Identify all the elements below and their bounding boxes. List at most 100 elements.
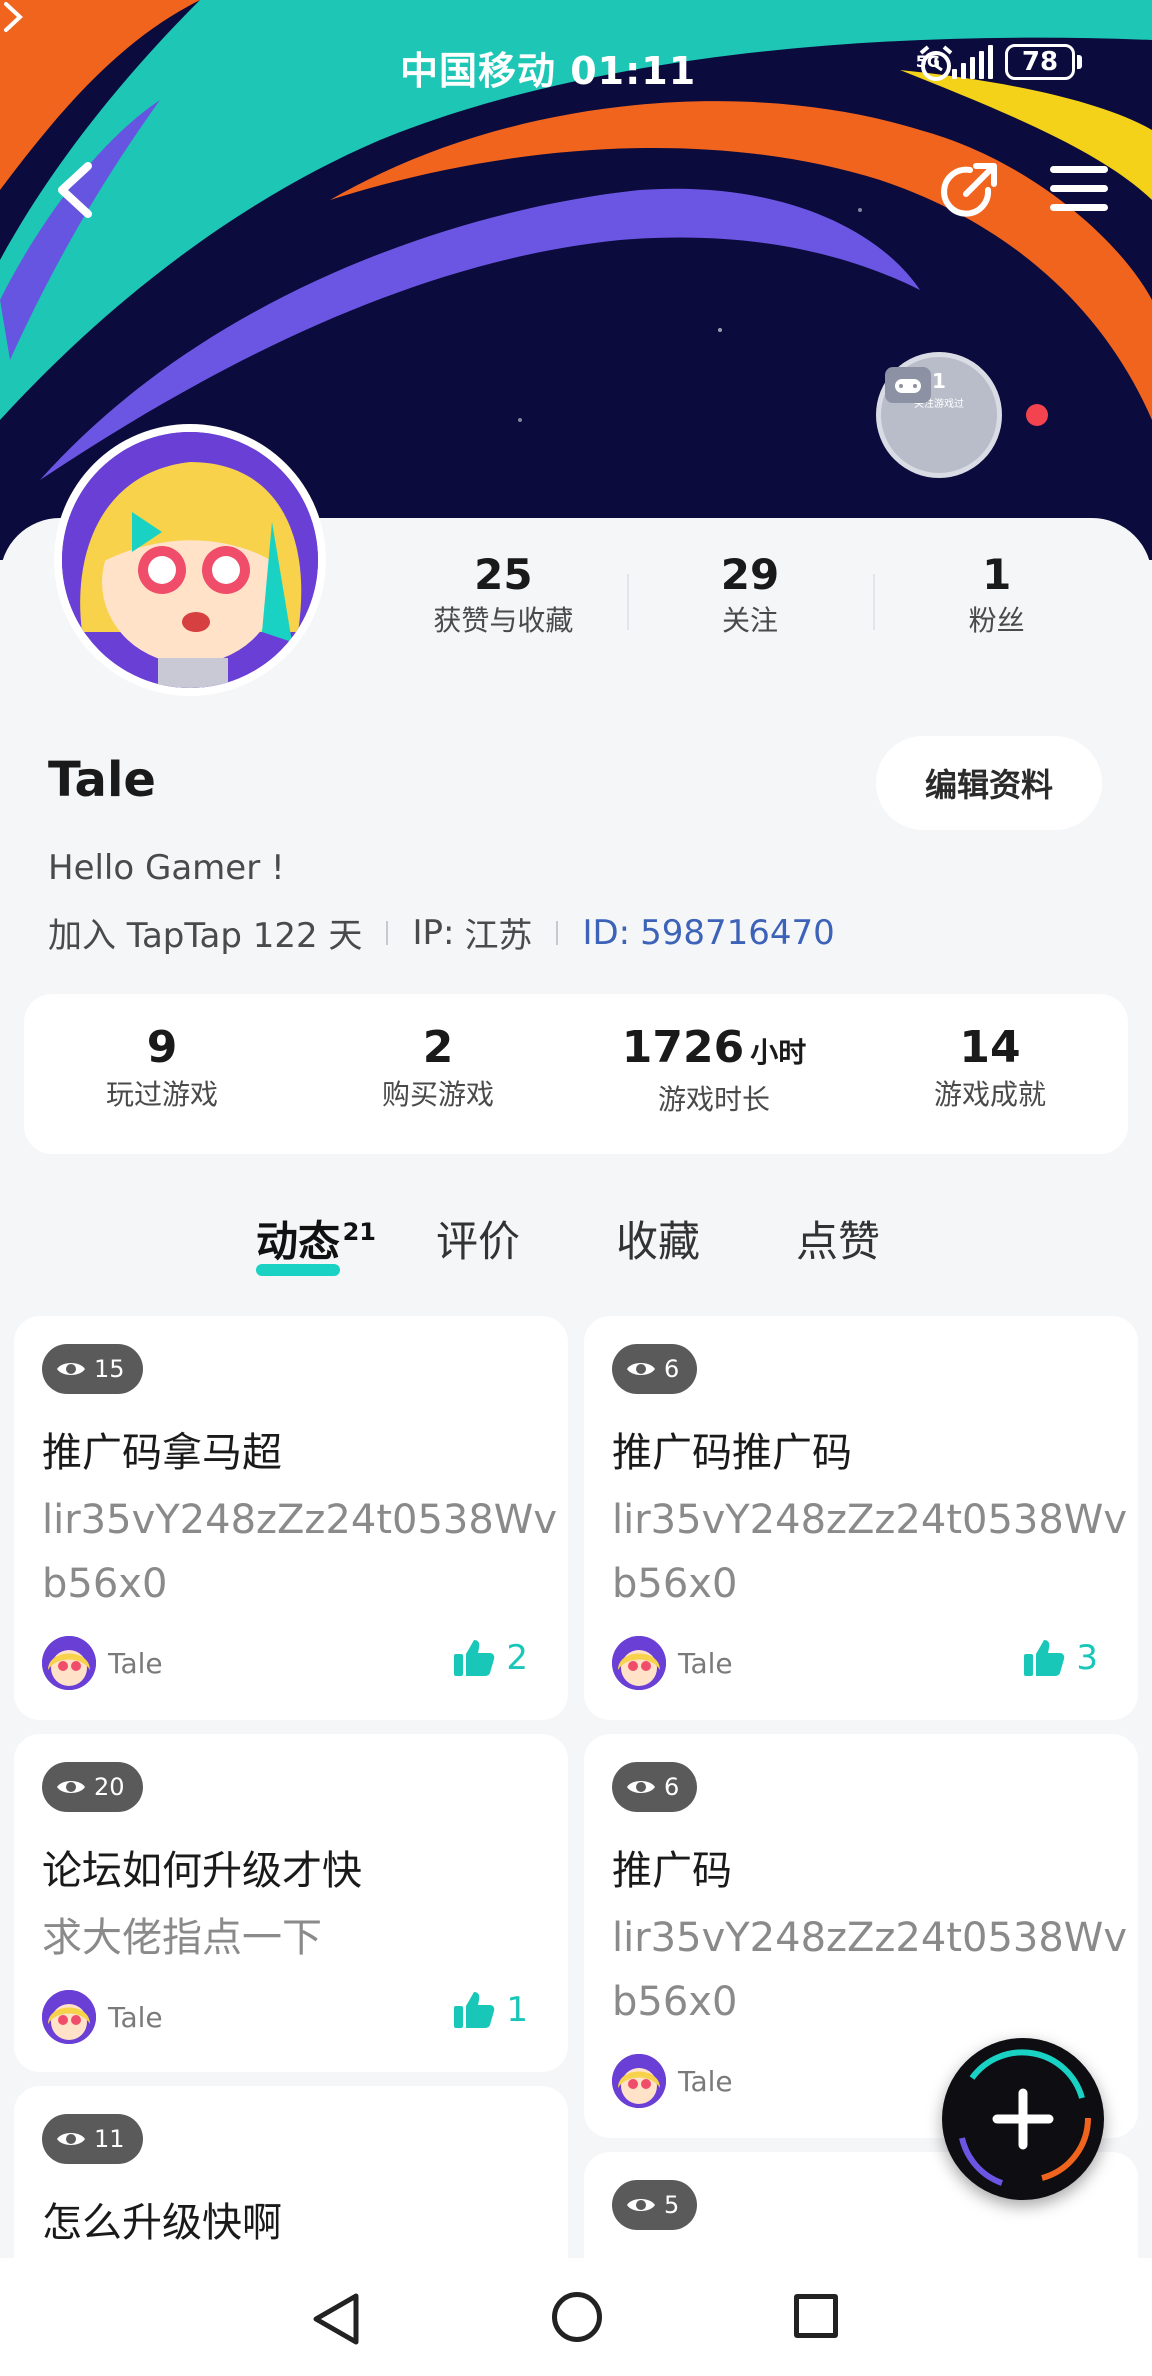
nav-back-icon[interactable]: [310, 2292, 362, 2346]
post-card[interactable]: 6 推广码推广码 lir35vY248zZz24t0538Wvb56x0 Tal…: [584, 1316, 1138, 1720]
create-post-button[interactable]: [942, 2038, 1104, 2200]
joined-text: 加入 TapTap 122 天: [48, 916, 363, 956]
post-body: lir35vY248zZz24t0538Wvb56x0: [612, 1915, 1128, 2025]
stat-label: 购买游戏: [381, 1078, 494, 1111]
tab-favorites[interactable]: 收藏: [616, 1206, 700, 1286]
count-label: 获赞与收藏: [433, 604, 574, 637]
stat-value: 9: [146, 1022, 178, 1073]
edit-profile-button[interactable]: 编辑资料: [876, 736, 1102, 830]
stat-label: 游戏时长: [657, 1083, 770, 1116]
post-body: lir35vY248zZz24t0538Wvb56x0: [42, 1497, 558, 1607]
purchased-games-stat[interactable]: 2 购买游戏: [300, 994, 576, 1154]
eye-icon: [57, 1781, 85, 1793]
author-name: Tale: [678, 2064, 733, 2098]
played-games-stat[interactable]: 9 玩过游戏: [24, 994, 300, 1154]
eye-icon: [627, 1781, 655, 1793]
avatar-character-icon: [612, 2054, 666, 2108]
play-time-stat[interactable]: 1726 小时 游戏时长: [576, 994, 852, 1154]
ip-label: IP:: [412, 912, 455, 953]
tab-likes[interactable]: 点赞: [796, 1206, 880, 1286]
id-label: ID:: [582, 912, 631, 953]
achievements-stat[interactable]: 14 游戏成就: [852, 994, 1128, 1154]
view-count-badge: 20: [42, 1762, 143, 1812]
view-count: 5: [664, 2191, 680, 2219]
view-count: 6: [664, 1773, 680, 1801]
post-card[interactable]: 15 推广码拿马超 lir35vY248zZz24t0538Wvb56x0 Ta…: [14, 1316, 568, 1720]
stat-label: 游戏成就: [933, 1078, 1046, 1111]
played-games-badge[interactable]: 1 关注游戏过: [876, 352, 1002, 478]
thumbs-up-icon: [1024, 1640, 1065, 1676]
status-carrier-time: 中国移动 01:11: [400, 49, 697, 93]
count-label: 关注: [722, 604, 779, 637]
alarm-icon: [919, 45, 953, 81]
menu-line: [1050, 204, 1108, 211]
notification-dot: [1026, 404, 1048, 426]
avatar-character-icon: [42, 1636, 96, 1690]
menu-button[interactable]: [1050, 166, 1108, 218]
eye-icon: [627, 1363, 655, 1375]
nav-recent-icon[interactable]: [794, 2294, 838, 2338]
system-nav-bar: [0, 2258, 1152, 2376]
view-count-badge: 5: [612, 2180, 698, 2230]
profile-meta: 加入 TapTap 122 天 IP: 江苏 ID: 598716470: [48, 908, 835, 957]
battery-nub: [1077, 55, 1082, 69]
view-count-badge: 6: [612, 1762, 698, 1812]
id-value[interactable]: 598716470: [640, 913, 835, 953]
author-name: Tale: [678, 1646, 733, 1680]
view-count: 6: [664, 1355, 680, 1383]
likes-favorites-count[interactable]: 25 获赞与收藏: [380, 548, 627, 648]
like-button[interactable]: 2: [452, 1638, 528, 1678]
back-button[interactable]: [50, 160, 100, 220]
count-value: 29: [720, 550, 780, 599]
menu-line: [1050, 185, 1108, 192]
followers-count[interactable]: 1 粉丝: [873, 548, 1120, 648]
like-count: 3: [1076, 1638, 1098, 1678]
stat-value: 2: [422, 1022, 454, 1073]
view-count-badge: 11: [42, 2114, 143, 2164]
post-author[interactable]: Tale: [612, 2054, 733, 2108]
following-count[interactable]: 29 关注: [626, 548, 874, 648]
chevron-right-icon[interactable]: [0, 0, 26, 34]
tab-reviews[interactable]: 评价: [436, 1206, 520, 1286]
thumbs-up-icon: [454, 1640, 495, 1676]
like-button[interactable]: 1: [452, 1990, 528, 2030]
tab-label: 动态: [256, 1217, 341, 1266]
stat-unit: 小时: [750, 1036, 807, 1069]
post-body: 求大佬指点一下: [42, 1915, 322, 1961]
status-bar: 中国移动 01:11 5G 78: [0, 40, 1152, 96]
nav-home-icon[interactable]: [552, 2292, 602, 2342]
battery-icon: 78: [1005, 44, 1075, 80]
like-count: 1: [506, 1990, 528, 2030]
stat-label: 玩过游戏: [105, 1078, 218, 1111]
eye-icon: [57, 2133, 85, 2145]
divider: [556, 920, 559, 945]
avatar-character-icon: [612, 1636, 666, 1690]
tab-feed[interactable]: 动态 21: [256, 1206, 376, 1286]
avatar-character-icon: [42, 1990, 96, 2044]
profile-avatar[interactable]: [54, 424, 326, 696]
avatar-character-icon: [62, 432, 318, 688]
thumbs-up-icon: [454, 1992, 495, 2028]
avatar-image: [62, 432, 318, 688]
tab-count-badge: 21: [342, 1218, 377, 1246]
post-title: 推广码拿马超: [42, 1430, 282, 1476]
signal-icon: [952, 45, 993, 79]
username: Tale: [48, 752, 156, 808]
post-author[interactable]: Tale: [612, 1636, 733, 1690]
bio-text: Hello Gamer !: [48, 848, 285, 888]
author-avatar: [42, 1990, 96, 2044]
share-icon: [941, 163, 997, 217]
count-value: 25: [474, 550, 533, 599]
post-author[interactable]: Tale: [42, 1636, 163, 1690]
like-button[interactable]: 3: [1022, 1638, 1098, 1678]
view-count-badge: 15: [42, 1344, 143, 1394]
game-stats-card: 9 玩过游戏 2 购买游戏 1726 小时 游戏时长 14 游戏成就: [24, 994, 1128, 1154]
post-title: 推广码: [612, 1848, 732, 1894]
share-button[interactable]: [936, 160, 1000, 224]
gamepad-icon: [885, 367, 931, 403]
stat-value: 1726: [621, 1022, 745, 1073]
ip-value: 江苏: [464, 916, 533, 956]
post-card[interactable]: 20 论坛如何升级才快 求大佬指点一下 Tale 1: [14, 1734, 568, 2072]
view-count-badge: 6: [612, 1344, 698, 1394]
post-author[interactable]: Tale: [42, 1990, 163, 2044]
